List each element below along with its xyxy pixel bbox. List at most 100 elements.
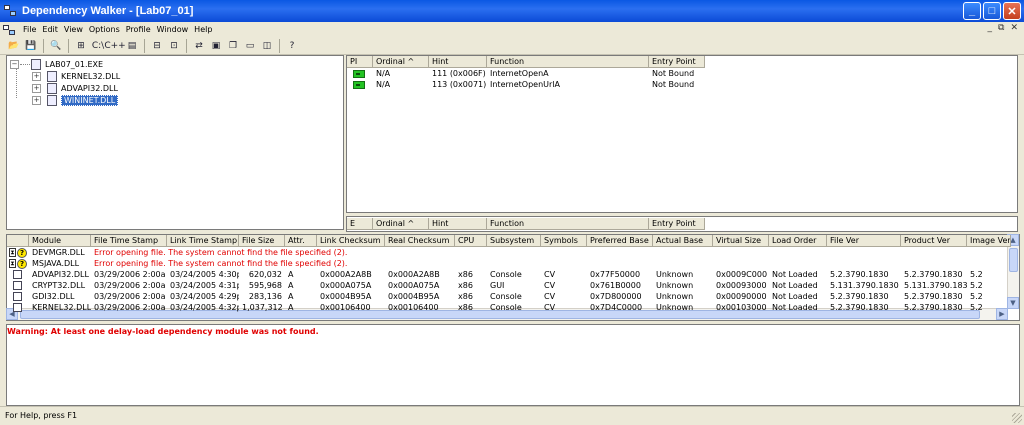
expand-icon[interactable]: + bbox=[32, 83, 41, 93]
menu-help[interactable]: Help bbox=[191, 25, 215, 34]
find-icon[interactable]: 🔍 bbox=[48, 38, 64, 53]
table-cell: Console bbox=[490, 270, 522, 279]
close-button[interactable]: ✕ bbox=[1003, 2, 1021, 20]
open-folder-icon[interactable]: 📂 bbox=[6, 38, 22, 53]
tree-view-icon[interactable]: ⊞ bbox=[73, 38, 89, 53]
properties-icon[interactable]: ▣ bbox=[208, 38, 224, 53]
menu-edit[interactable]: Edit bbox=[39, 25, 61, 34]
table-cell: Unknown bbox=[656, 292, 694, 301]
column-header-ordinal[interactable]: Ordinal ^ bbox=[373, 218, 429, 230]
column-header[interactable]: Module bbox=[29, 235, 91, 247]
mdi-restore-button[interactable]: ⧉ bbox=[998, 23, 1004, 33]
module-tree[interactable]: − LAB07_01.EXE + KERNEL32.DLL + ADVAPI32… bbox=[6, 55, 344, 230]
table-cell: Console bbox=[490, 303, 522, 312]
column-header[interactable]: Product Ver bbox=[901, 235, 967, 247]
menu-file[interactable]: File bbox=[20, 25, 39, 34]
table-cell: Not Loaded bbox=[772, 281, 818, 290]
dll-module-icon bbox=[47, 70, 57, 82]
column-header-hint[interactable]: Hint bbox=[429, 56, 487, 68]
table-cell: ADVAPI32.DLL bbox=[32, 270, 89, 279]
column-header[interactable]: Attr. bbox=[285, 235, 317, 247]
column-header[interactable]: Subsystem bbox=[487, 235, 541, 247]
undecorate-icon[interactable]: C++ bbox=[104, 38, 125, 53]
column-header[interactable]: Load Order bbox=[769, 235, 827, 247]
column-header[interactable]: Symbols bbox=[541, 235, 587, 247]
column-header[interactable] bbox=[7, 235, 29, 247]
column-header[interactable]: File Size bbox=[239, 235, 285, 247]
table-cell: CV bbox=[544, 281, 556, 290]
collapse-icon[interactable]: − bbox=[10, 59, 19, 69]
exports-list[interactable]: E Ordinal ^ Hint Function Entry Point bbox=[346, 216, 1018, 232]
minimize-button[interactable]: _ bbox=[963, 2, 981, 20]
expand-all-icon[interactable]: ⊟ bbox=[149, 38, 165, 53]
table-cell: 03/29/2006 2:00a bbox=[94, 270, 166, 279]
log-panel[interactable]: Warning: At least one delay-load depende… bbox=[6, 324, 1020, 406]
column-header[interactable]: Link Checksum bbox=[317, 235, 385, 247]
table-cell: 0x0004B95A bbox=[320, 292, 372, 301]
column-header-function[interactable]: Function bbox=[487, 56, 649, 68]
tile-vertical-icon[interactable]: ◫ bbox=[259, 38, 275, 53]
column-header[interactable]: CPU bbox=[455, 235, 487, 247]
table-cell: x86 bbox=[458, 270, 473, 279]
imports-list[interactable]: PI Ordinal ^ Hint Function Entry Point N… bbox=[346, 55, 1018, 213]
save-icon[interactable]: 💾 bbox=[23, 38, 39, 53]
module-list[interactable]: ▲ ▼ ◀ ▶ Module File Time Stamp Link Time S… bbox=[6, 234, 1020, 321]
table-cell: CV bbox=[544, 270, 556, 279]
menu-view[interactable]: View bbox=[61, 25, 86, 34]
column-header-entry-point[interactable]: Entry Point bbox=[649, 56, 705, 68]
column-header[interactable]: Real Checksum bbox=[385, 235, 455, 247]
cell-entry-point: Not Bound bbox=[652, 80, 695, 89]
table-cell: 5.2.3790.1830 bbox=[830, 270, 889, 279]
document-icon[interactable] bbox=[3, 24, 17, 35]
tree-item-kernel32[interactable]: + KERNEL32.DLL bbox=[32, 70, 120, 82]
collapse-all-icon[interactable]: ⊡ bbox=[166, 38, 182, 53]
cascade-icon[interactable]: ❐ bbox=[225, 38, 241, 53]
tree-item-root[interactable]: − LAB07_01.EXE bbox=[10, 58, 103, 70]
mdi-minimize-button[interactable]: _ bbox=[988, 23, 993, 33]
table-cell: CRYPT32.DLL bbox=[32, 281, 86, 290]
maximize-button[interactable]: □ bbox=[983, 2, 1001, 20]
column-header[interactable]: File Time Stamp bbox=[91, 235, 167, 247]
column-header-ordinal[interactable]: Ordinal ^ bbox=[373, 56, 429, 68]
missing-module-icon: ? bbox=[17, 259, 27, 269]
column-header-function[interactable]: Function bbox=[487, 218, 649, 230]
table-cell: x86 bbox=[458, 281, 473, 290]
import-resolved-icon bbox=[353, 70, 365, 78]
menu-profile[interactable]: Profile bbox=[123, 25, 154, 34]
expand-icon[interactable]: + bbox=[32, 95, 41, 105]
delay-load-icon: ⧗ bbox=[9, 248, 16, 257]
tree-item-advapi32[interactable]: + ADVAPI32.DLL bbox=[32, 82, 118, 94]
module-list-icon[interactable]: ▤ bbox=[124, 38, 140, 53]
resize-grip-icon[interactable] bbox=[1012, 413, 1022, 423]
tree-item-wininet[interactable]: + WININET.DLL bbox=[32, 94, 119, 106]
menu-options[interactable]: Options bbox=[86, 25, 123, 34]
column-header-e[interactable]: E bbox=[347, 218, 373, 230]
column-header[interactable]: Actual Base bbox=[653, 235, 713, 247]
toolbar-separator bbox=[68, 38, 69, 53]
table-cell: 5.131.3790.1830 bbox=[830, 281, 899, 290]
column-header[interactable]: Preferred Base bbox=[587, 235, 653, 247]
highlight-icon[interactable]: ⇄ bbox=[191, 38, 207, 53]
column-header[interactable]: File Ver bbox=[827, 235, 901, 247]
column-header-entry-point[interactable]: Entry Point bbox=[649, 218, 705, 230]
column-header[interactable]: Link Time Stamp bbox=[167, 235, 239, 247]
table-cell: 03/29/2006 2:00a bbox=[94, 281, 166, 290]
table-cell: GDI32.DLL bbox=[32, 292, 75, 301]
mdi-close-button[interactable]: ✕ bbox=[1010, 23, 1018, 33]
column-header-hint[interactable]: Hint bbox=[429, 218, 487, 230]
expand-icon[interactable]: + bbox=[32, 71, 41, 81]
tree-item-label: ADVAPI32.DLL bbox=[61, 83, 118, 93]
table-cell: x86 bbox=[458, 292, 473, 301]
column-header-pi[interactable]: PI bbox=[347, 56, 373, 68]
tile-horizontal-icon[interactable]: ▭ bbox=[242, 38, 258, 53]
table-cell: Not Loaded bbox=[772, 292, 818, 301]
window-title: Dependency Walker - [Lab07_01] bbox=[22, 5, 194, 17]
table-cell: 0x0004B95A bbox=[388, 292, 440, 301]
menu-window[interactable]: Window bbox=[154, 25, 192, 34]
cell-hint: 113 (0x0071) bbox=[432, 80, 487, 89]
table-cell: A bbox=[288, 292, 294, 301]
dll-module-icon bbox=[13, 303, 22, 312]
context-help-icon[interactable]: ? bbox=[284, 38, 300, 53]
column-header[interactable]: Virtual Size bbox=[713, 235, 769, 247]
column-header[interactable]: Image Ver bbox=[967, 235, 1011, 247]
